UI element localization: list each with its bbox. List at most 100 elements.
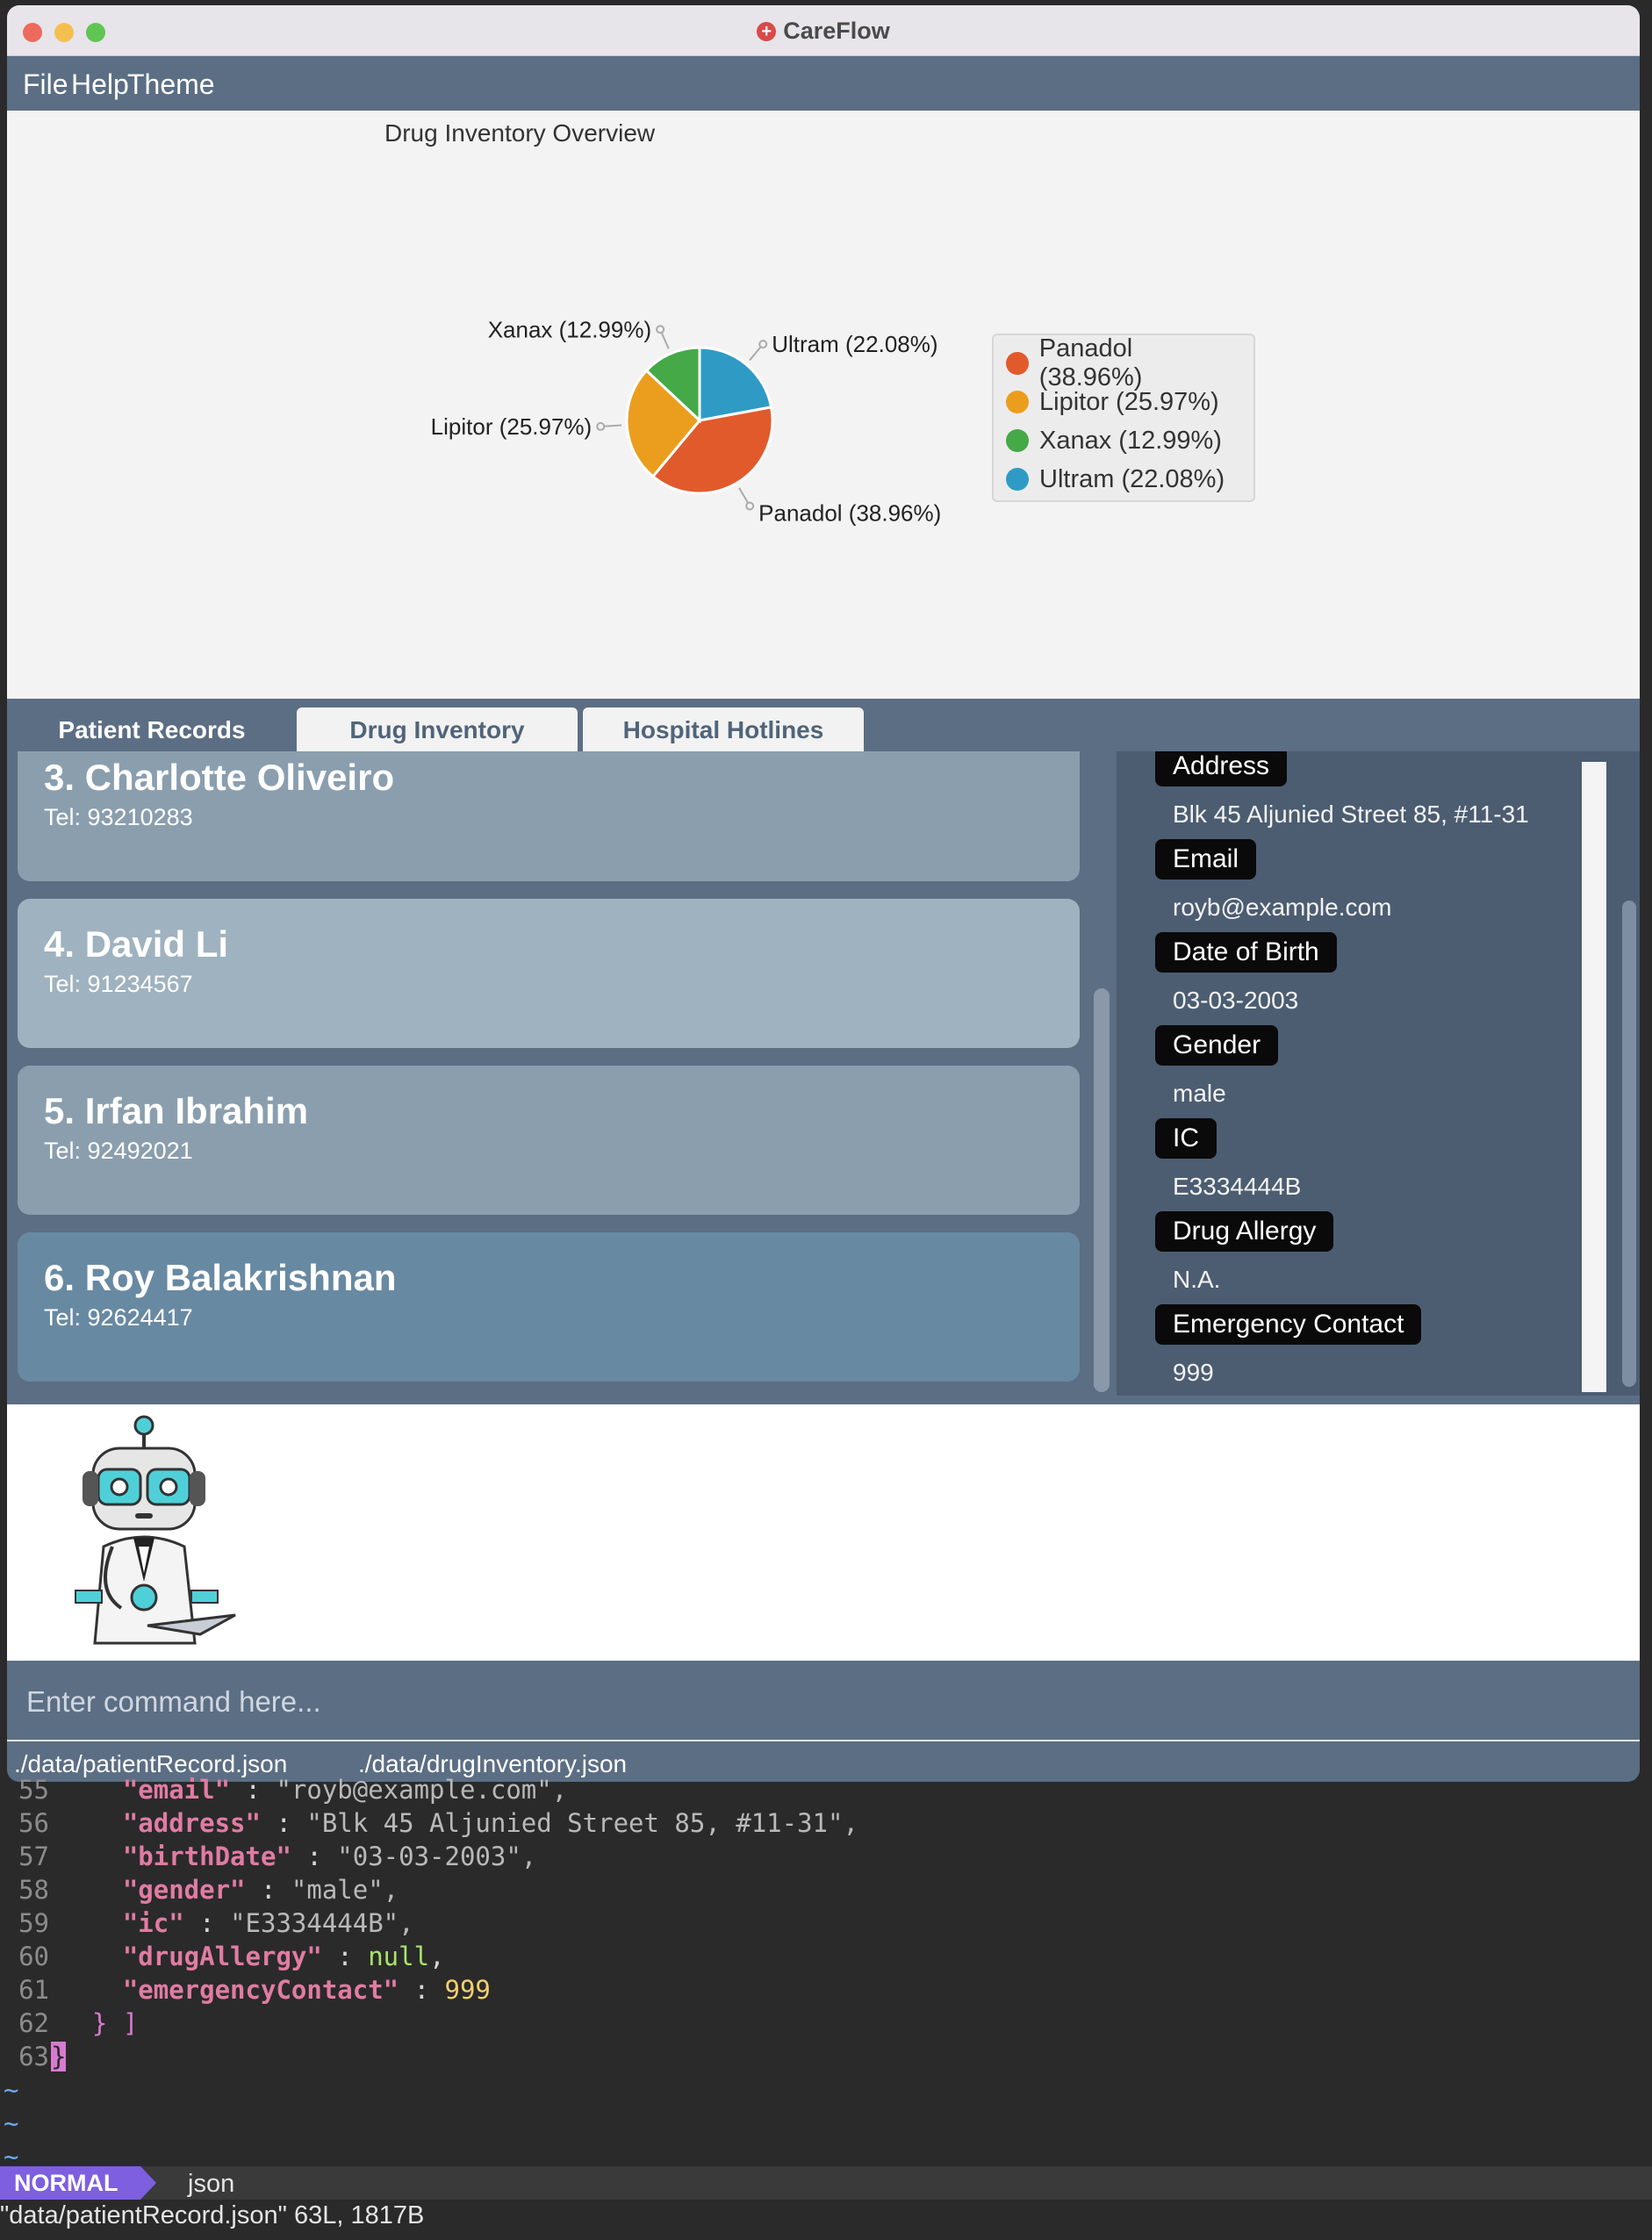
title-bar: + CareFlow (7, 5, 1640, 56)
pie-label: Ultram (22.08%) (772, 331, 937, 357)
email-label: Email (1155, 839, 1257, 879)
gender-value: male (1173, 1080, 1226, 1107)
patient-list: 3. Charlotte Oliveiro Tel: 93210283 4. D… (7, 751, 1110, 1396)
json-key: "ic" (122, 1908, 184, 1938)
command-input[interactable] (18, 1676, 1624, 1727)
menu-file[interactable]: File (23, 68, 68, 101)
drug-allergy-label: Drug Allergy (1155, 1211, 1334, 1252)
line-number: 63 (18, 2042, 49, 2071)
patient-tel: Tel: 92492021 (44, 1138, 193, 1164)
pie-label: Lipitor (25.97%) (431, 413, 593, 440)
email-value: royb@example.com (1173, 894, 1392, 921)
json-key: "address" (122, 1808, 261, 1838)
json-value: null (368, 1942, 430, 1971)
json-separator: : (230, 1775, 277, 1805)
dob-label: Date of Birth (1155, 932, 1337, 973)
json-key: "email" (122, 1775, 231, 1805)
line-number: 56 (18, 1808, 49, 1838)
line-number: 59 (18, 1908, 49, 1938)
statusline-separator-icon (140, 2166, 156, 2200)
legend-item-panadol: Panadol (38.96%) (1006, 334, 1241, 391)
line-number: 58 (18, 1875, 49, 1905)
pie-label-anchor (656, 325, 665, 334)
patient-name: 4. David Li (44, 923, 229, 965)
code-content: "birthDate" : "03-03-2003", (61, 1842, 536, 1871)
line-number: 60 (18, 1942, 49, 1971)
legend-swatch (1006, 352, 1029, 375)
patient-tel: Tel: 91234567 (44, 971, 193, 997)
app-window: + CareFlow File Help Theme Drug Inventory… (7, 5, 1640, 1782)
patient-card[interactable]: 4. David Li Tel: 91234567 (18, 899, 1080, 1048)
drug-inventory-chart-panel: Drug Inventory Overview Ultram (22.08%) P… (7, 111, 1640, 699)
code-content: "gender" : "male", (61, 1875, 399, 1905)
window-title-text: CareFlow (783, 18, 890, 44)
legend-item-lipitor: Lipitor (25.97%) (1006, 383, 1241, 421)
code-content: } ] (61, 2008, 138, 2038)
vim-mode-indicator: NORMAL (0, 2166, 140, 2200)
drug-allergy-value: N.A. (1173, 1266, 1221, 1293)
patient-detail-panel: Address Blk 45 Aljunied Street 85, #11-3… (1117, 751, 1640, 1396)
detail-scrollbar[interactable] (1622, 901, 1636, 1387)
json-value: "Blk 45 Aljunied Street 85, #11-31", (306, 1808, 858, 1838)
menu-bar: File Help Theme (7, 56, 1640, 111)
json-key: "drugAllergy" (122, 1942, 322, 1971)
code-content: "email" : "royb@example.com", (61, 1775, 567, 1805)
empty-line-marker: ~ (4, 2108, 19, 2138)
legend-item-ultram: Ultram (22.08%) (1006, 460, 1241, 499)
line-number: 57 (18, 1842, 49, 1871)
json-punctuation: , (429, 1942, 445, 1971)
pie-label: Xanax (12.99%) (488, 316, 651, 342)
tab-hospital-hotlines[interactable]: Hospital Hotlines (583, 707, 864, 753)
vim-statusline: NORMAL json (0, 2166, 1652, 2200)
patient-name: 3. Charlotte Oliveiro (44, 757, 395, 798)
patient-tel: Tel: 93210283 (44, 804, 193, 830)
patient-list-scrollbar[interactable] (1094, 988, 1110, 1392)
json-value: 999 (444, 1975, 491, 2005)
patient-card[interactable]: 3. Charlotte Oliveiro Tel: 93210283 (18, 751, 1080, 881)
code-content: } (51, 2042, 67, 2071)
code-content: "address" : "Blk 45 Aljunied Street 85, … (61, 1808, 858, 1838)
legend-swatch (1006, 429, 1029, 452)
code-content: "drugAllergy" : null, (61, 1942, 445, 1971)
json-value: "male", (291, 1875, 399, 1905)
address-label: Address (1155, 751, 1288, 786)
patient-name: 6. Roy Balakrishnan (44, 1257, 397, 1298)
robot-doctor-mascot (75, 1415, 236, 1645)
vim-filetype: json (188, 2170, 235, 2198)
tab-drug-inventory[interactable]: Drug Inventory (297, 707, 578, 753)
json-key: "emergencyContact" (122, 1975, 399, 2005)
pie-chart: Ultram (22.08%) Panadol (38.96%) Lipitor (… (431, 316, 942, 526)
legend-swatch (1006, 468, 1029, 491)
detail-scroll-track[interactable] (1582, 762, 1606, 1392)
patient-card[interactable]: 6. Roy Balakrishnan Tel: 92624417 (18, 1232, 1080, 1382)
tab-patient-records[interactable]: Patient Records (11, 707, 293, 753)
dob-value: 03-03-2003 (1173, 987, 1299, 1014)
pie-label: Panadol (38.96%) (758, 499, 941, 526)
json-key: "birthDate" (122, 1842, 291, 1871)
code-content: "ic" : "E3334444B", (61, 1908, 414, 1938)
address-value: Blk 45 Aljunied Street 85, #11-31 (1173, 801, 1529, 828)
code-content: "emergencyContact" : 999 (61, 1975, 491, 2005)
json-separator: : (260, 1808, 307, 1838)
menu-help[interactable]: Help (71, 68, 129, 101)
line-number: 55 (18, 1775, 49, 1805)
command-box (7, 1661, 1640, 1741)
json-separator: : (399, 1975, 445, 2005)
line-number: 61 (18, 1975, 49, 2005)
emergency-contact-label: Emergency Contact (1155, 1304, 1422, 1345)
menu-theme[interactable]: Theme (127, 68, 215, 101)
ic-label: IC (1155, 1118, 1217, 1159)
emergency-contact-value: 999 (1173, 1359, 1214, 1386)
legend-label: Ultram (22.08%) (1039, 464, 1225, 493)
patient-name: 5. Irfan Ibrahim (44, 1090, 309, 1131)
patient-card[interactable]: 5. Irfan Ibrahim Tel: 92492021 (18, 1066, 1080, 1215)
legend-label: Lipitor (25.97%) (1039, 387, 1219, 416)
legend-label: Xanax (12.99%) (1039, 426, 1222, 455)
json-bracket: } ] (91, 2008, 139, 2038)
window-title: + CareFlow (7, 18, 1640, 45)
pie-label-anchor (596, 421, 606, 431)
json-separator: : (183, 1908, 231, 1938)
json-key: "gender" (122, 1875, 246, 1905)
json-value: "E3334444B", (230, 1908, 414, 1938)
json-separator: : (321, 1942, 369, 1971)
